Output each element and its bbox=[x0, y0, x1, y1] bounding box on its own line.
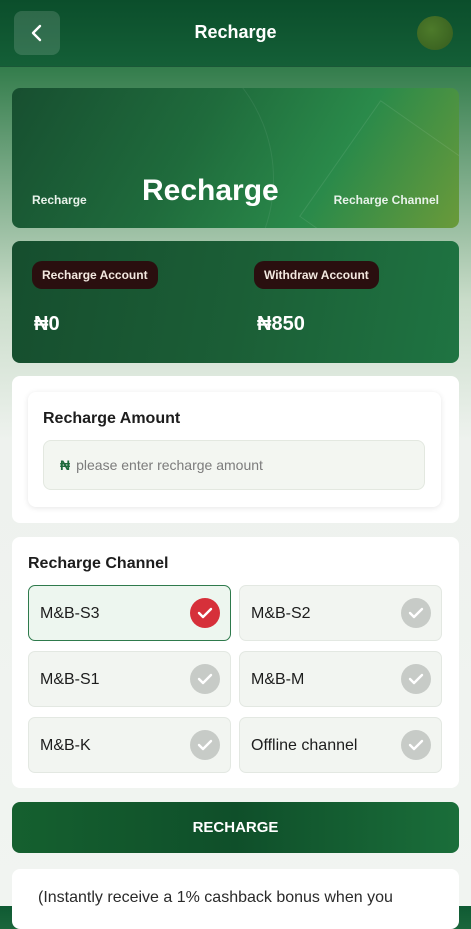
avatar[interactable] bbox=[417, 16, 453, 50]
channel-option-label: M&B-S2 bbox=[251, 605, 311, 622]
channel-option-mb-s3[interactable]: M&B-S3 bbox=[28, 585, 231, 641]
recharge-account-value: ₦0 bbox=[34, 313, 60, 335]
banner-title: Recharge bbox=[142, 174, 279, 207]
checkmark-icon bbox=[190, 730, 220, 760]
recharge-amount-placeholder: please enter recharge amount bbox=[76, 457, 263, 473]
recharge-button[interactable]: RECHARGE bbox=[12, 802, 459, 853]
channel-option-label: M&B-S1 bbox=[40, 671, 100, 688]
checkmark-icon bbox=[401, 664, 431, 694]
channel-option-mb-s1[interactable]: M&B-S1 bbox=[28, 651, 231, 707]
cashback-note-card: (Instantly receive a 1% cashback bonus w… bbox=[12, 869, 459, 929]
recharge-channel-card: Recharge Channel M&B-S3 M&B-S2 M&B-S1 M&… bbox=[12, 537, 459, 788]
recharge-amount-box: Recharge Amount ₦ please enter recharge … bbox=[28, 392, 441, 507]
banner-right-label: Recharge Channel bbox=[333, 193, 439, 207]
withdraw-account-value: ₦850 bbox=[257, 313, 305, 335]
banner-decoration bbox=[299, 100, 459, 228]
channel-option-mb-k[interactable]: M&B-K bbox=[28, 717, 231, 773]
recharge-amount-card: Recharge Amount ₦ please enter recharge … bbox=[12, 376, 459, 523]
accounts-panel: Recharge Account ₦0 Withdraw Account ₦85… bbox=[12, 241, 459, 363]
naira-currency-icon: ₦ bbox=[60, 457, 71, 473]
checkmark-icon bbox=[190, 598, 220, 628]
withdraw-account-label: Withdraw Account bbox=[254, 261, 379, 289]
recharge-amount-input[interactable]: ₦ please enter recharge amount bbox=[43, 440, 425, 490]
checkmark-icon bbox=[190, 664, 220, 694]
channel-option-label: M&B-M bbox=[251, 671, 305, 688]
recharge-channel-title: Recharge Channel bbox=[28, 555, 169, 572]
top-bar: Recharge bbox=[0, 0, 471, 67]
page-title: Recharge bbox=[194, 22, 277, 42]
channel-option-label: M&B-S3 bbox=[40, 605, 100, 622]
channel-option-label: M&B-K bbox=[40, 737, 91, 754]
recharge-amount-title: Recharge Amount bbox=[43, 410, 181, 427]
channel-option-mb-s2[interactable]: M&B-S2 bbox=[239, 585, 442, 641]
channel-option-mb-m[interactable]: M&B-M bbox=[239, 651, 442, 707]
banner-left-label: Recharge bbox=[32, 193, 87, 207]
channel-option-offline[interactable]: Offline channel bbox=[239, 717, 442, 773]
checkmark-icon bbox=[401, 730, 431, 760]
recharge-account-label: Recharge Account bbox=[32, 261, 158, 289]
cashback-note-text: (Instantly receive a 1% cashback bonus w… bbox=[38, 889, 393, 906]
checkmark-icon bbox=[401, 598, 431, 628]
channel-option-label: Offline channel bbox=[251, 737, 358, 754]
recharge-banner: Recharge Recharge Recharge Channel bbox=[12, 88, 459, 228]
